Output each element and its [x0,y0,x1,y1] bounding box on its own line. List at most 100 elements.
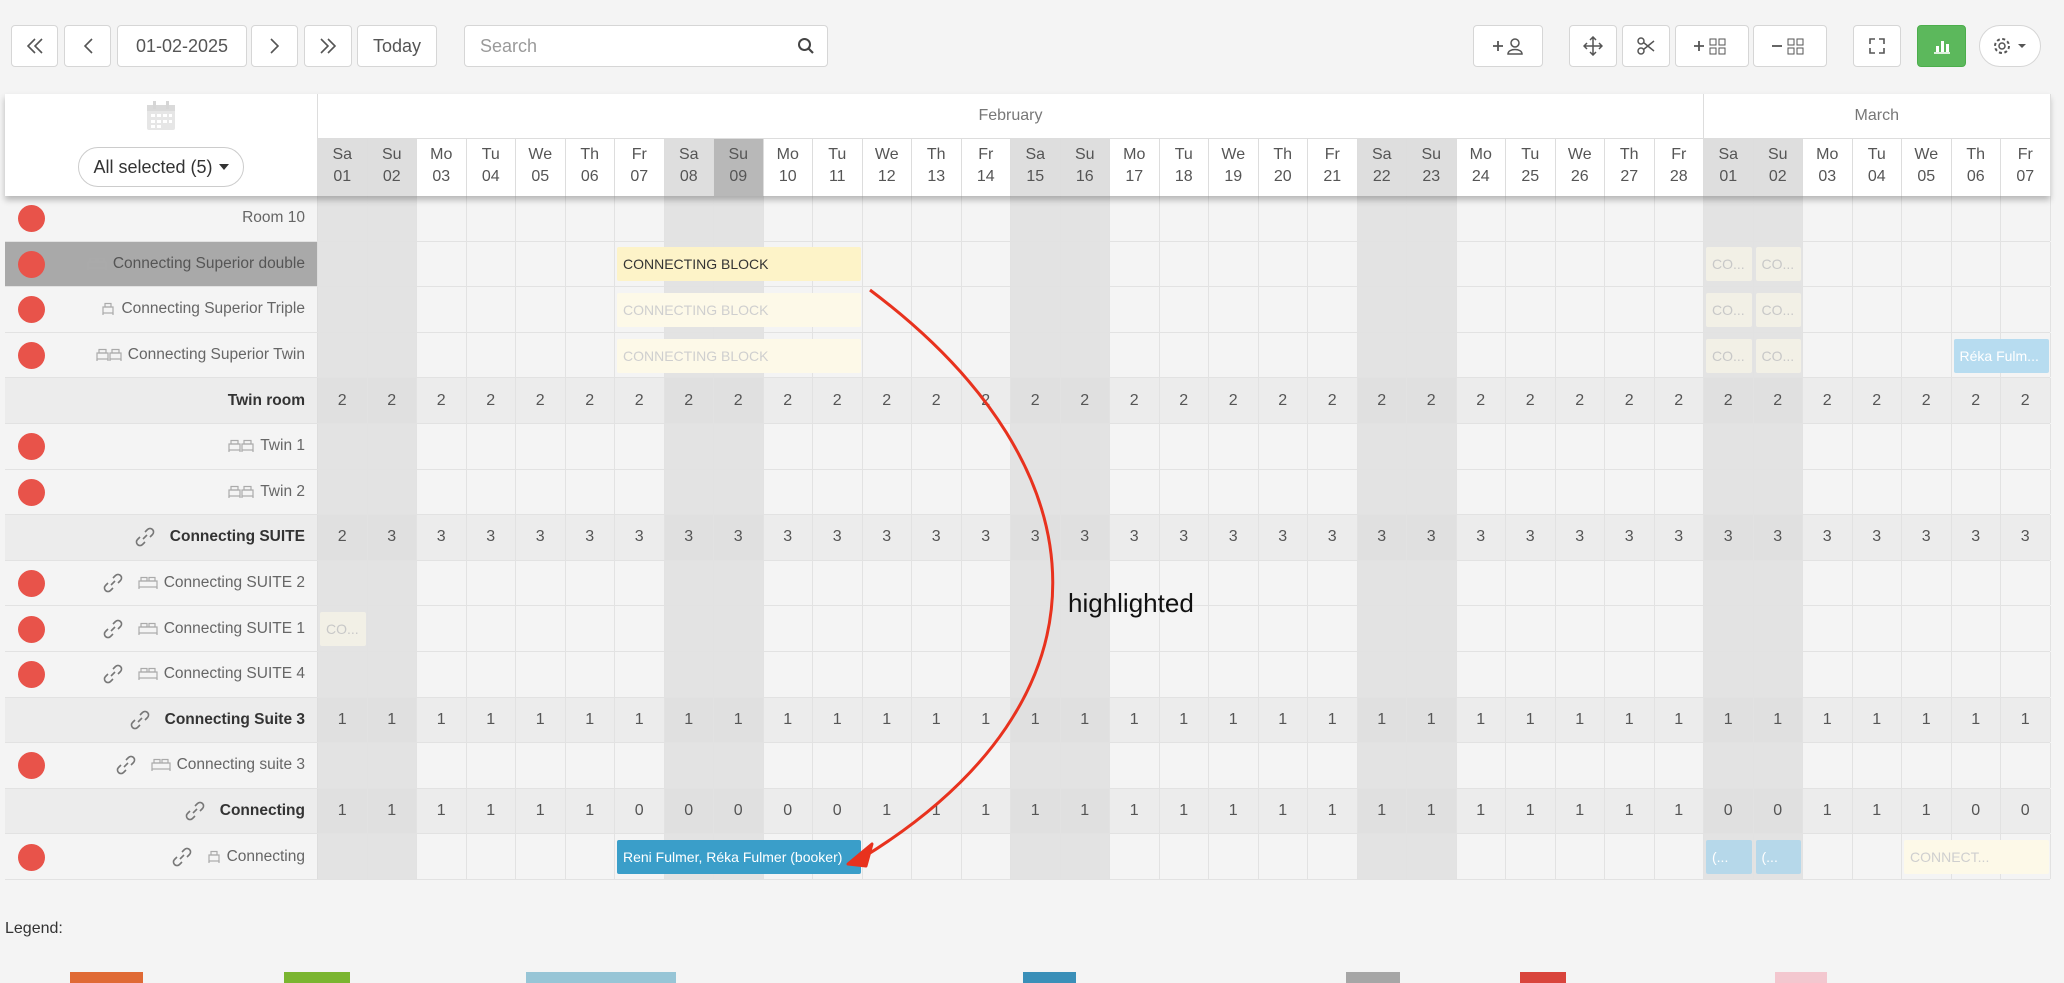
day-cell[interactable] [367,424,417,469]
availability-cell[interactable]: 0 [2001,788,2051,834]
availability-cell[interactable]: 3 [1753,515,1803,560]
day-cell[interactable] [1556,287,1605,332]
day-header[interactable]: Mo 10 [764,139,813,196]
day-cell[interactable] [1110,196,1160,241]
day-cell[interactable] [962,287,1011,332]
day-cell[interactable] [1308,332,1358,378]
day-header[interactable]: Fr 07 [615,139,665,196]
row-label[interactable]: Connecting Superior Triple [5,287,318,332]
day-cell[interactable] [1259,469,1308,515]
availability-cell[interactable]: 2 [912,378,962,423]
day-cell[interactable] [1259,606,1308,651]
day-cell[interactable] [615,652,665,697]
availability-cell[interactable]: 0 [714,788,764,834]
availability-cell[interactable]: 3 [367,515,417,560]
day-cell[interactable] [1357,424,1407,469]
day-cell[interactable] [664,469,714,515]
availability-cell[interactable]: 1 [1011,788,1061,834]
day-header[interactable]: Th 20 [1259,139,1308,196]
day-cell[interactable] [467,834,516,879]
day-cell[interactable] [1556,743,1605,788]
add-guest-button[interactable] [1473,25,1543,67]
day-cell[interactable] [813,560,863,606]
day-cell[interactable] [318,834,368,879]
availability-cell[interactable]: 2 [318,378,368,423]
availability-cell[interactable]: 2 [1457,378,1506,423]
day-cell[interactable] [1605,469,1655,515]
day-cell[interactable] [467,652,516,697]
availability-cell[interactable]: 1 [417,697,467,743]
day-cell[interactable] [467,287,516,332]
day-cell[interactable] [1110,241,1160,287]
booking-block[interactable]: CO... [1706,293,1752,327]
day-cell[interactable] [318,560,368,606]
day-cell[interactable] [1704,743,1754,788]
day-cell[interactable] [516,652,566,697]
day-cell[interactable] [1457,196,1506,241]
availability-cell[interactable]: 1 [1902,788,1952,834]
day-cell[interactable] [1655,424,1704,469]
day-cell[interactable] [962,560,1011,606]
day-cell[interactable] [1209,469,1259,515]
day-cell[interactable] [1407,834,1457,879]
availability-cell[interactable]: 1 [813,697,863,743]
availability-cell[interactable]: 2 [1407,378,1457,423]
day-header[interactable]: Fr 07 [2001,139,2051,196]
day-cell[interactable] [1803,241,1853,287]
calendar-icon[interactable] [145,100,177,132]
day-cell[interactable] [1506,469,1556,515]
day-cell[interactable] [516,743,566,788]
availability-cell[interactable]: 2 [615,378,665,423]
day-cell[interactable] [1753,606,1803,651]
day-cell[interactable] [318,241,368,287]
day-header[interactable]: We 05 [1902,139,1952,196]
day-cell[interactable] [1357,332,1407,378]
day-cell[interactable] [1357,241,1407,287]
day-header[interactable]: Mo 03 [417,139,467,196]
day-cell[interactable] [566,332,615,378]
day-cell[interactable] [1209,743,1259,788]
booking-block[interactable]: CO... [1755,338,1801,373]
day-cell[interactable] [1605,287,1655,332]
availability-cell[interactable]: 1 [1110,788,1160,834]
day-cell[interactable] [1110,834,1160,879]
day-cell[interactable] [813,196,863,241]
availability-cell[interactable]: 2 [318,515,368,560]
day-header[interactable]: Th 06 [566,139,615,196]
day-cell[interactable] [1803,606,1853,651]
day-cell[interactable] [367,332,417,378]
day-cell[interactable] [1952,287,2001,332]
day-cell[interactable] [417,241,467,287]
status-dot[interactable] [18,570,45,598]
availability-cell[interactable]: 1 [1457,788,1506,834]
availability-cell[interactable]: 2 [1753,378,1803,423]
day-cell[interactable] [467,196,516,241]
day-cell[interactable] [2001,241,2051,287]
day-header[interactable]: We 26 [1556,139,1605,196]
day-cell[interactable] [863,469,912,515]
availability-cell[interactable]: 1 [962,788,1011,834]
day-cell[interactable] [1457,606,1506,651]
day-cell[interactable] [1308,652,1358,697]
availability-cell[interactable]: 1 [1209,697,1259,743]
day-cell[interactable] [516,196,566,241]
day-header[interactable]: Tu 18 [1160,139,1209,196]
day-cell[interactable] [367,196,417,241]
day-cell[interactable] [1160,241,1209,287]
availability-cell[interactable]: 1 [1357,697,1407,743]
day-cell[interactable] [1902,332,1952,378]
availability-cell[interactable]: 1 [764,697,813,743]
day-cell[interactable] [1457,424,1506,469]
day-cell[interactable] [863,560,912,606]
day-cell[interactable] [1209,424,1259,469]
day-cell[interactable] [1407,196,1457,241]
day-cell[interactable] [566,560,615,606]
day-cell[interactable] [1753,743,1803,788]
day-cell[interactable] [1952,196,2001,241]
availability-cell[interactable]: 2 [1011,378,1061,423]
day-cell[interactable] [1259,287,1308,332]
collapse-rows-button[interactable] [1753,25,1827,67]
booking-block[interactable]: (... [1706,840,1752,875]
availability-cell[interactable]: 2 [962,378,1011,423]
availability-cell[interactable]: 1 [1655,788,1704,834]
